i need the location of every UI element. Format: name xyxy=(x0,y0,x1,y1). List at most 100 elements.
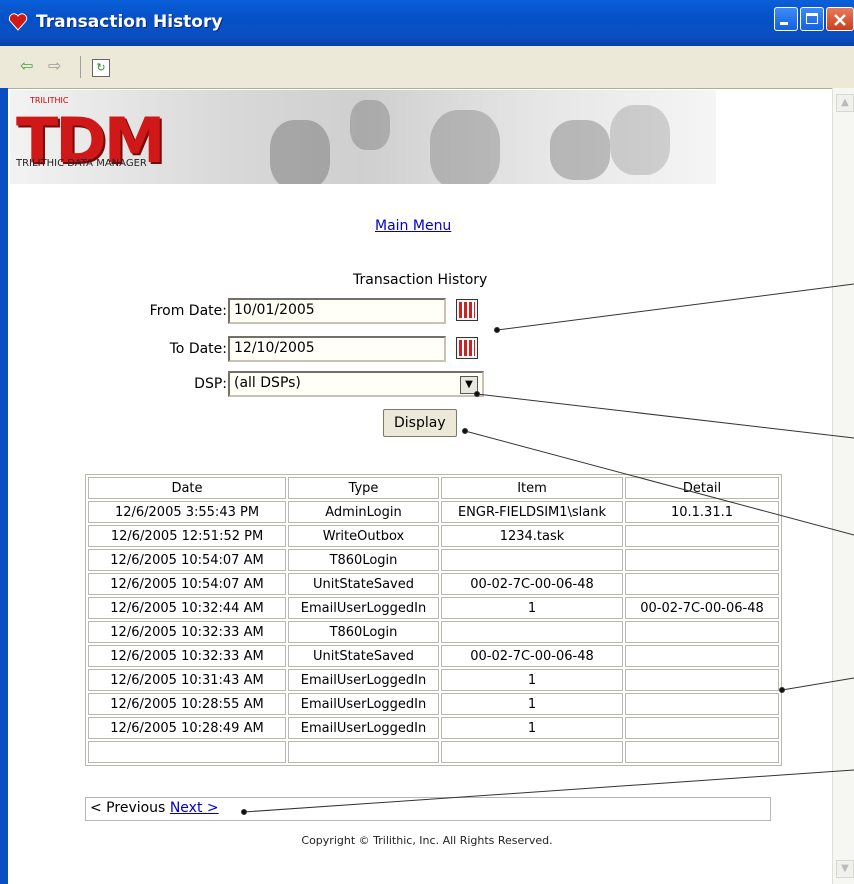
cell-item: 1 xyxy=(441,669,623,691)
table-row: 12/6/2005 10:32:33 AM T860Login xyxy=(88,621,779,643)
column-header-date: Date xyxy=(88,477,286,499)
cell-type: T860Login xyxy=(288,621,439,643)
cell-type: AdminLogin xyxy=(288,501,439,523)
display-button[interactable]: Display xyxy=(383,409,457,437)
from-date-label: From Date: xyxy=(149,303,227,319)
vertical-scrollbar[interactable]: ▲ ▼ xyxy=(832,88,854,884)
cell-item: 1 xyxy=(441,717,623,739)
cell-date: 12/6/2005 10:31:43 AM xyxy=(88,669,286,691)
table-header-row: Date Type Item Detail xyxy=(88,477,779,499)
cell-detail xyxy=(625,645,779,667)
table-row: 12/6/2005 10:32:44 AM EmailUserLoggedIn 1 0… xyxy=(88,597,779,619)
to-calendar-icon[interactable] xyxy=(456,337,478,359)
cell-date: 12/6/2005 10:32:44 AM xyxy=(88,597,286,619)
banner-tagline: TRILITHIC DATA MANAGER xyxy=(16,158,147,169)
cell-item: 00-02-7C-00-06-48 xyxy=(441,645,623,667)
scroll-up-icon[interactable]: ▲ xyxy=(836,94,854,112)
title-bar: Transaction History xyxy=(0,0,854,46)
table-row: 12/6/2005 10:54:07 AM T860Login xyxy=(88,549,779,571)
cell-item: ENGR-FIELDSIM1\slank xyxy=(441,501,623,523)
back-arrow-icon[interactable]: ⇦ xyxy=(20,56,33,75)
banner-photo xyxy=(430,110,500,184)
toolbar: ⇦ ⇨ ↻ xyxy=(0,46,854,89)
header-banner: TRILITHIC TDM TRILITHIC DATA MANAGER xyxy=(10,90,716,184)
window-border xyxy=(0,88,8,884)
minimize-button[interactable] xyxy=(774,7,798,31)
forward-arrow-icon[interactable]: ⇨ xyxy=(48,56,61,75)
cell-item xyxy=(441,741,623,763)
from-calendar-icon[interactable] xyxy=(456,299,478,321)
cell-detail xyxy=(625,669,779,691)
table-row: 12/6/2005 10:32:33 AM UnitStateSaved 00-02… xyxy=(88,645,779,667)
table-row: 12/6/2005 10:28:55 AM EmailUserLoggedIn 1 xyxy=(88,693,779,715)
cell-detail xyxy=(625,621,779,643)
refresh-icon[interactable]: ↻ xyxy=(92,59,110,77)
cell-item xyxy=(441,621,623,643)
table-row: 12/6/2005 10:31:43 AM EmailUserLoggedIn 1 xyxy=(88,669,779,691)
callout-dot xyxy=(494,327,500,333)
callout-line xyxy=(496,283,854,331)
cell-detail: 10.1.31.1 xyxy=(625,501,779,523)
to-date-field[interactable]: 12/10/2005 xyxy=(228,336,446,362)
callout-dot xyxy=(462,428,468,434)
window-title: Transaction History xyxy=(36,12,223,32)
column-header-item: Item xyxy=(441,477,623,499)
cell-detail xyxy=(625,549,779,571)
table-row: 12/6/2005 3:55:43 PM AdminLogin ENGR-FIELD… xyxy=(88,501,779,523)
chevron-down-icon[interactable]: ▼ xyxy=(460,376,478,394)
scroll-down-icon[interactable]: ▼ xyxy=(836,860,854,878)
maximize-button[interactable] xyxy=(800,7,824,31)
cell-date xyxy=(88,741,286,763)
to-date-label: To Date: xyxy=(169,341,227,357)
cell-item: 1 xyxy=(441,597,623,619)
cell-detail xyxy=(625,525,779,547)
cell-type: UnitStateSaved xyxy=(288,645,439,667)
close-icon xyxy=(834,14,846,26)
banner-photo xyxy=(270,120,330,184)
main-menu-link[interactable]: Main Menu xyxy=(375,218,451,234)
next-link[interactable]: Next > xyxy=(170,800,219,816)
table-row: 12/6/2005 12:51:52 PM WriteOutbox 1234.tas… xyxy=(88,525,779,547)
cell-date: 12/6/2005 10:54:07 AM xyxy=(88,549,286,571)
banner-photo xyxy=(350,100,390,150)
cell-detail xyxy=(625,573,779,595)
close-button[interactable] xyxy=(826,7,854,31)
from-date-field[interactable]: 10/01/2005 xyxy=(228,298,446,324)
dsp-label: DSP: xyxy=(194,376,227,392)
cell-type: EmailUserLoggedIn xyxy=(288,717,439,739)
cell-date: 12/6/2005 10:28:49 AM xyxy=(88,717,286,739)
cell-item xyxy=(441,549,623,571)
banner-photo xyxy=(550,120,610,180)
cell-date: 12/6/2005 10:32:33 AM xyxy=(88,621,286,643)
minimize-icon xyxy=(780,22,788,25)
banner-photo xyxy=(610,105,670,175)
dsp-select-value: (all DSPs) xyxy=(234,375,301,391)
dsp-select[interactable]: (all DSPs) xyxy=(228,371,484,397)
maximize-icon xyxy=(806,13,818,24)
table-row xyxy=(88,741,779,763)
cell-type: EmailUserLoggedIn xyxy=(288,693,439,715)
table-row: 12/6/2005 10:54:07 AM UnitStateSaved 00-02… xyxy=(88,573,779,595)
column-header-type: Type xyxy=(288,477,439,499)
cell-detail xyxy=(625,717,779,739)
cell-date: 12/6/2005 10:28:55 AM xyxy=(88,693,286,715)
cell-type xyxy=(288,741,439,763)
cell-date: 12/6/2005 10:54:07 AM xyxy=(88,573,286,595)
pagination: < Previous Next > xyxy=(85,797,771,821)
callout-line xyxy=(476,393,854,439)
cell-type: WriteOutbox xyxy=(288,525,439,547)
previous-label: < Previous xyxy=(90,800,166,816)
cell-item: 1 xyxy=(441,693,623,715)
cell-date: 12/6/2005 10:32:33 AM xyxy=(88,645,286,667)
table-row: 12/6/2005 10:28:49 AM EmailUserLoggedIn 1 xyxy=(88,717,779,739)
cell-detail: 00-02-7C-00-06-48 xyxy=(625,597,779,619)
cell-date: 12/6/2005 12:51:52 PM xyxy=(88,525,286,547)
copyright-text: Copyright © Trilithic, Inc. All Rights R… xyxy=(301,834,553,847)
cell-date: 12/6/2005 3:55:43 PM xyxy=(88,501,286,523)
cell-type: EmailUserLoggedIn xyxy=(288,669,439,691)
cell-type: T860Login xyxy=(288,549,439,571)
toolbar-divider xyxy=(80,56,81,78)
cell-item: 00-02-7C-00-06-48 xyxy=(441,573,623,595)
cell-type: UnitStateSaved xyxy=(288,573,439,595)
cell-type: EmailUserLoggedIn xyxy=(288,597,439,619)
